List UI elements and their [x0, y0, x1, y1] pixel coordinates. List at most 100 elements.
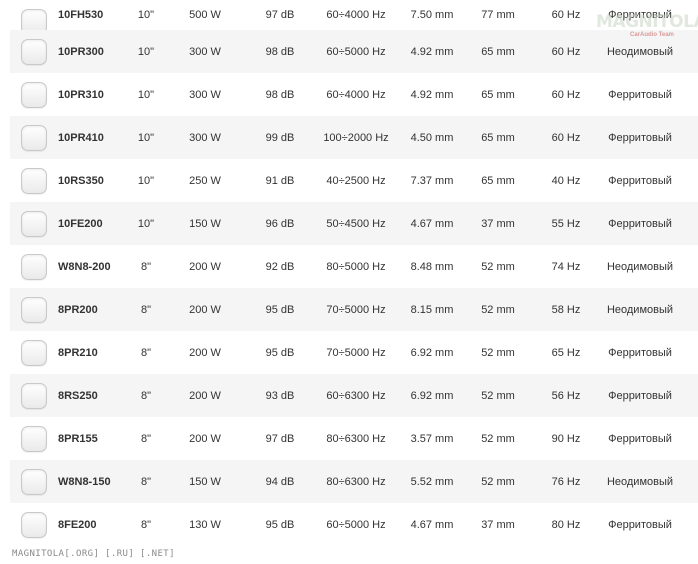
resonance-cell: 56 Hz [551, 389, 581, 402]
row-checkbox[interactable] [21, 167, 47, 194]
magnet-type-cell: Неодимовый [606, 260, 674, 273]
magnet-type-cell: Неодимовый [606, 303, 674, 316]
power-cell: 200 W [189, 260, 221, 273]
model-cell: 8FE200 [58, 518, 97, 531]
sensitivity-cell: 91 dB [265, 174, 295, 187]
row-checkbox-cell [18, 30, 50, 73]
model-cell: W8N8-150 [58, 475, 111, 488]
size-cell: 8" [140, 260, 152, 273]
xmax-cell: 3.57 mm [410, 432, 454, 445]
size-cell: 10" [137, 88, 155, 101]
row-checkbox-cell [18, 245, 50, 288]
model-cell: 8RS250 [58, 389, 98, 402]
sensitivity-cell: 93 dB [265, 389, 295, 402]
model-cell: 10PR300 [58, 45, 104, 58]
size-cell: 10" [137, 217, 155, 230]
frequency-range-cell: 60÷4000 Hz [326, 88, 386, 101]
model-cell: 10PR410 [58, 131, 104, 144]
footer-watermark: MAGNITOLA[.ORG] [.RU] [.NET] [12, 549, 175, 559]
magnet-type-cell: Ферритовый [608, 88, 672, 101]
sensitivity-cell: 98 dB [265, 88, 295, 101]
xmax-cell: 8.48 mm [410, 260, 454, 273]
power-cell: 200 W [189, 303, 221, 316]
xmax-cell: 6.92 mm [410, 389, 454, 402]
row-checkbox[interactable] [21, 124, 47, 151]
sensitivity-cell: 98 dB [265, 45, 295, 58]
depth-cell: 65 mm [481, 131, 515, 144]
table-row: W8N8-150 8" 150 W 94 dB 80÷6300 Hz 5.52 mm 52 … [10, 460, 698, 503]
row-checkbox-cell [18, 159, 50, 202]
sensitivity-cell: 95 dB [265, 518, 295, 531]
magnet-type-cell: Ферритовый [608, 9, 672, 21]
row-checkbox[interactable] [21, 468, 47, 495]
row-checkbox-cell [18, 202, 50, 245]
row-checkbox[interactable] [21, 339, 47, 366]
power-cell: 300 W [189, 88, 221, 101]
sensitivity-cell: 96 dB [265, 217, 295, 230]
xmax-cell: 4.92 mm [410, 45, 454, 58]
row-checkbox-cell [18, 0, 50, 35]
resonance-cell: 60 Hz [551, 45, 581, 58]
xmax-cell: 8.15 mm [410, 303, 454, 316]
xmax-cell: 4.50 mm [410, 131, 454, 144]
row-checkbox-cell [18, 374, 50, 417]
model-cell: 10FE200 [58, 217, 103, 230]
frequency-range-cell: 60÷6300 Hz [326, 389, 386, 402]
size-cell: 8" [140, 389, 152, 402]
sensitivity-cell: 97 dB [265, 9, 295, 21]
frequency-range-cell: 60÷5000 Hz [326, 518, 386, 531]
sensitivity-cell: 97 dB [265, 432, 295, 445]
table-row: 10RS350 10" 250 W 91 dB 40÷2500 Hz 7.37 mm 65 … [10, 159, 698, 202]
power-cell: 500 W [189, 9, 221, 21]
row-checkbox[interactable] [21, 382, 47, 409]
row-checkbox[interactable] [21, 38, 47, 65]
magnet-type-cell: Ферритовый [608, 217, 672, 230]
xmax-cell: 7.50 mm [410, 9, 454, 21]
resonance-cell: 60 Hz [551, 88, 581, 101]
row-checkbox-cell [18, 460, 50, 503]
row-checkbox[interactable] [21, 81, 47, 108]
sensitivity-cell: 92 dB [265, 260, 295, 273]
xmax-cell: 4.92 mm [410, 88, 454, 101]
size-cell: 10" [137, 131, 155, 144]
magnet-type-cell: Ферритовый [608, 131, 672, 144]
magnet-type-cell: Неодимовый [606, 475, 674, 488]
resonance-cell: 90 Hz [551, 432, 581, 445]
sensitivity-cell: 95 dB [265, 303, 295, 316]
table-row: 8PR155 8" 200 W 97 dB 80÷6300 Hz 3.57 mm 52 mm… [10, 417, 698, 460]
resonance-cell: 40 Hz [551, 174, 581, 187]
row-checkbox[interactable] [21, 511, 47, 538]
size-cell: 10" [137, 9, 155, 21]
row-checkbox-cell [18, 503, 50, 546]
power-cell: 130 W [189, 518, 221, 531]
row-checkbox[interactable] [21, 253, 47, 280]
xmax-cell: 4.67 mm [410, 217, 454, 230]
row-checkbox[interactable] [21, 425, 47, 452]
resonance-cell: 80 Hz [551, 518, 581, 531]
frequency-range-cell: 40÷2500 Hz [326, 174, 386, 187]
size-cell: 8" [140, 475, 152, 488]
sensitivity-cell: 94 dB [265, 475, 295, 488]
row-checkbox-cell [18, 417, 50, 460]
model-cell: 8PR200 [58, 303, 98, 316]
power-cell: 150 W [189, 217, 221, 230]
size-cell: 10" [137, 45, 155, 58]
xmax-cell: 4.67 mm [410, 518, 454, 531]
magnet-type-cell: Неодимовый [606, 45, 674, 58]
power-cell: 150 W [189, 475, 221, 488]
power-cell: 300 W [189, 131, 221, 144]
sensitivity-cell: 95 dB [265, 346, 295, 359]
magnet-type-cell: Ферритовый [608, 389, 672, 402]
depth-cell: 65 mm [481, 88, 515, 101]
resonance-cell: 74 Hz [551, 260, 581, 273]
depth-cell: 52 mm [481, 475, 515, 488]
frequency-range-cell: 80÷5000 Hz [326, 260, 386, 273]
row-checkbox[interactable] [21, 296, 47, 323]
frequency-range-cell: 60÷5000 Hz [326, 45, 386, 58]
resonance-cell: 65 Hz [551, 346, 581, 359]
row-checkbox[interactable] [21, 210, 47, 237]
depth-cell: 52 mm [481, 260, 515, 273]
magnet-type-cell: Ферритовый [608, 432, 672, 445]
table-row: 8RS250 8" 200 W 93 dB 60÷6300 Hz 6.92 mm 52 mm… [10, 374, 698, 417]
table-row: 8PR200 8" 200 W 95 dB 70÷5000 Hz 8.15 mm 52 mm… [10, 288, 698, 331]
